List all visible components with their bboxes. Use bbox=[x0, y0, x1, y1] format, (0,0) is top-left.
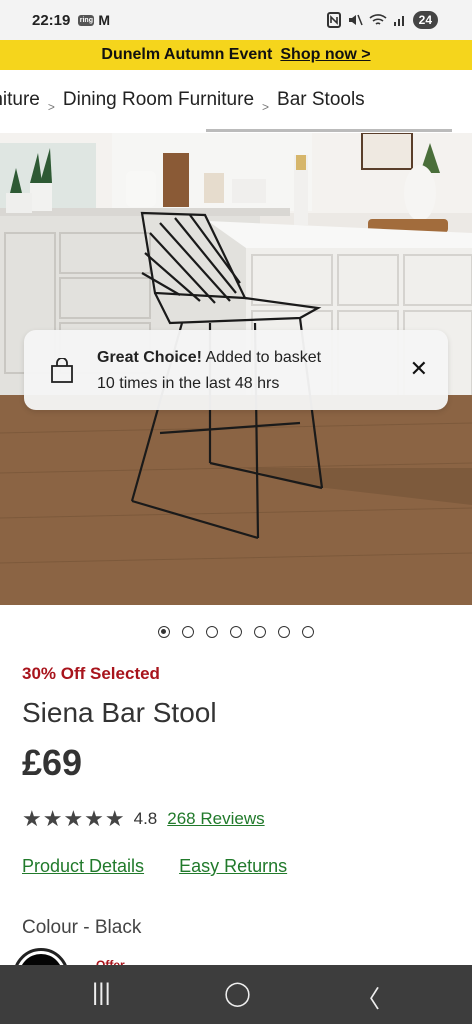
shop-now-link[interactable]: Shop now > bbox=[280, 46, 370, 64]
signal-icon bbox=[393, 16, 404, 26]
breadcrumb-scrollbar bbox=[206, 129, 452, 132]
android-nav-bar: ||| ◯ 〈 bbox=[0, 965, 472, 1024]
pagination-dot[interactable] bbox=[278, 626, 290, 638]
home-icon[interactable]: ◯ bbox=[224, 979, 251, 1008]
reviews-link[interactable]: 268 Reviews bbox=[167, 809, 264, 829]
battery-indicator: 24 bbox=[412, 11, 438, 29]
status-icons: 24 bbox=[326, 11, 438, 29]
easy-returns-link[interactable]: Easy Returns bbox=[179, 856, 287, 876]
nfc-icon bbox=[326, 12, 341, 28]
toast-subtext: 10 times in the last 48 hrs bbox=[97, 375, 280, 392]
product-title: Siena Bar Stool bbox=[22, 697, 217, 728]
pagination-dot[interactable] bbox=[302, 626, 314, 638]
status-bar: 22:19 ring M 24 bbox=[0, 0, 472, 40]
image-pagination bbox=[0, 626, 472, 638]
pagination-dot[interactable] bbox=[254, 626, 266, 638]
breadcrumb-item-dining-room-furniture[interactable]: Dining Room Furniture bbox=[63, 89, 254, 110]
pagination-dot[interactable] bbox=[158, 626, 170, 638]
pagination-dot[interactable] bbox=[182, 626, 194, 638]
close-icon[interactable]: ✕ bbox=[410, 356, 428, 382]
breadcrumb: rniture > Dining Room Furniture > Bar Stools bbox=[0, 70, 472, 132]
product-price: £69 bbox=[22, 742, 83, 783]
back-icon[interactable]: 〈 bbox=[356, 979, 380, 1014]
promo-banner-text: Dunelm Autumn Event bbox=[101, 46, 273, 63]
recent-apps-icon[interactable]: ||| bbox=[92, 979, 111, 1007]
toast-message: Great Choice! Added to basket 10 times i… bbox=[97, 345, 321, 397]
chevron-right-icon: > bbox=[262, 100, 270, 114]
breadcrumb-item-bar-stools[interactable]: Bar Stools bbox=[277, 89, 365, 110]
colour-label: Colour - Black bbox=[22, 917, 142, 938]
rating-value: 4.8 bbox=[133, 809, 158, 828]
mute-icon bbox=[348, 14, 363, 26]
pagination-dot[interactable] bbox=[230, 626, 242, 638]
product-details-link[interactable]: Product Details bbox=[22, 856, 144, 876]
added-to-basket-toast: Great Choice! Added to basket 10 times i… bbox=[24, 330, 448, 410]
pagination-dot[interactable] bbox=[206, 626, 218, 638]
product-links: Product Details Easy Returns bbox=[22, 856, 287, 877]
rating-row: ★★★★★ 4.8 268 Reviews bbox=[22, 806, 265, 832]
gmail-icon: M bbox=[98, 12, 111, 28]
status-time: 22:19 bbox=[32, 11, 71, 29]
chevron-right-icon: > bbox=[47, 100, 55, 114]
toast-title: Great Choice! bbox=[97, 349, 202, 366]
star-rating-icon: ★★★★★ bbox=[22, 806, 126, 831]
wifi-icon bbox=[369, 14, 387, 25]
toast-text: Added to basket bbox=[205, 349, 322, 366]
breadcrumb-item-furniture[interactable]: rniture bbox=[0, 89, 40, 110]
ring-icon: ring bbox=[78, 14, 95, 26]
promo-label: 30% Off Selected bbox=[22, 664, 160, 683]
promo-banner: Dunelm Autumn Event Shop now > bbox=[0, 40, 472, 70]
shopping-bag-icon bbox=[51, 358, 73, 383]
